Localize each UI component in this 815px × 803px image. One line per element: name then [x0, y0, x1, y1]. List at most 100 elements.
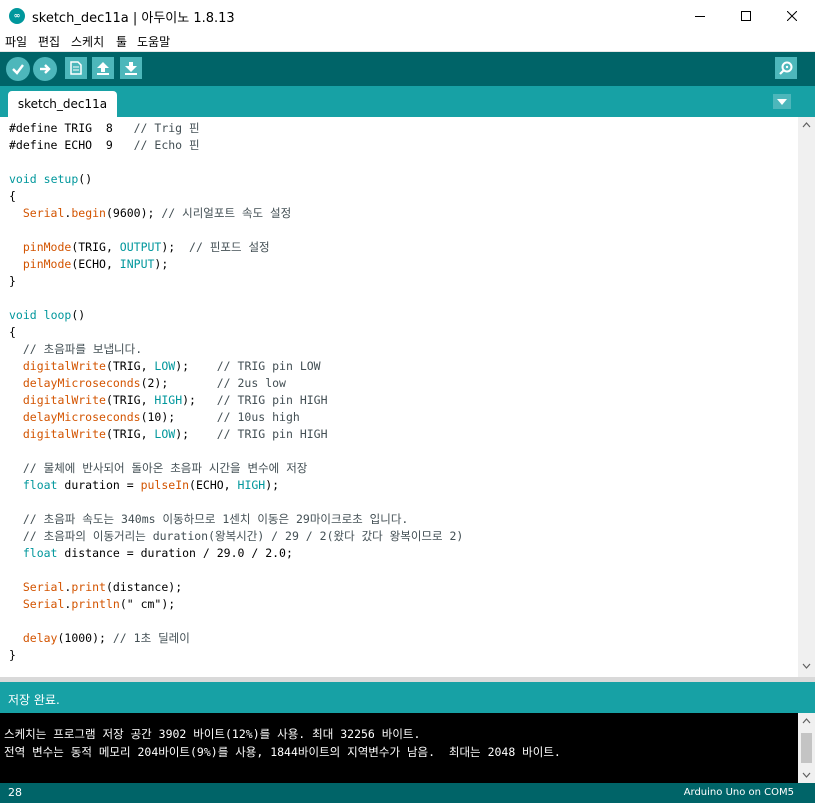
code-editor[interactable]: #define TRIG 8 // Trig 핀 #define ECHO 9 /… — [0, 117, 798, 677]
code-token: { — [9, 189, 16, 203]
check-icon — [12, 64, 24, 75]
close-button[interactable] — [769, 0, 815, 32]
title-bar[interactable]: ∞ sketch_dec11a | 아두이노 1.8.13 — [0, 0, 815, 33]
code-token: Serial — [22, 580, 65, 594]
window-title: sketch_dec11a | 아두이노 1.8.13 — [32, 11, 235, 26]
code-line[interactable]: digitalWrite(TRIG, LOW); // TRIG pin LOW — [9, 358, 463, 375]
code-token: // 시리얼포트 속도 설정 — [161, 206, 292, 220]
code-line[interactable] — [9, 562, 463, 579]
code-line[interactable]: // 물체에 반사되어 돌아온 초음파 시간을 변수에 저장 — [9, 460, 463, 477]
open-button[interactable] — [92, 57, 114, 79]
code-token: (2); — [140, 376, 217, 390]
minimize-button[interactable] — [677, 0, 723, 32]
code-line[interactable]: #define TRIG 8 // Trig 핀 — [9, 120, 463, 137]
new-file-icon — [70, 61, 82, 75]
code-token: // Echo 핀 — [133, 138, 200, 152]
arrow-down-icon — [125, 62, 137, 75]
code-line[interactable]: delayMicroseconds(10); // 10us high — [9, 409, 463, 426]
code-line[interactable]: { — [9, 188, 463, 205]
code-line[interactable]: // 초음파의 이동거리는 duration(왕복시간) / 29 / 2(왔다… — [9, 528, 463, 545]
code-token: #define TRIG 8 — [9, 121, 134, 135]
code-token: // TRIG pin HIGH — [216, 427, 328, 441]
code-line[interactable]: delay(1000); // 1초 딜레이 — [9, 630, 463, 647]
code-line[interactable]: pinMode(TRIG, OUTPUT); // 핀포드 설정 — [9, 239, 463, 256]
code-line[interactable] — [9, 443, 463, 460]
code-token: LOW — [154, 427, 176, 441]
code-text[interactable]: #define TRIG 8 // Trig 핀 #define ECHO 9 /… — [9, 120, 463, 664]
code-line[interactable]: } — [9, 273, 463, 290]
code-token: ); — [175, 427, 217, 441]
code-token: (TRIG, — [71, 240, 120, 254]
save-button[interactable] — [120, 57, 142, 79]
code-line[interactable] — [9, 154, 463, 171]
code-token: // 초음파를 보냅니다. — [22, 342, 143, 356]
menu-help[interactable]: 도움말 — [137, 33, 170, 50]
code-line[interactable] — [9, 222, 463, 239]
code-line[interactable]: Serial.print(distance); — [9, 579, 463, 596]
new-button[interactable] — [65, 57, 87, 79]
serial-monitor-button[interactable] — [775, 57, 797, 79]
editor-scrollbar[interactable] — [798, 117, 815, 677]
code-line[interactable]: Serial.begin(9600); // 시리얼포트 속도 설정 — [9, 205, 463, 222]
code-token: Serial — [22, 597, 65, 611]
scrollbar-arrows-icon — [802, 122, 811, 669]
code-line[interactable]: void loop() — [9, 307, 463, 324]
code-line[interactable]: } — [9, 647, 463, 664]
code-token: void — [9, 172, 37, 186]
code-token: distance = duration / 29.0 / 2.0; — [57, 546, 293, 560]
code-line[interactable]: { — [9, 324, 463, 341]
board-info: Arduino Uno on COM5 — [683, 787, 794, 798]
code-line[interactable]: void setup() — [9, 171, 463, 188]
tab-bar: sketch_dec11a — [0, 86, 815, 117]
maximize-button[interactable] — [723, 0, 769, 32]
console-line: 전역 변수는 동적 메모리 204바이트(9%)를 사용, 1844바이트의 지… — [4, 745, 561, 759]
code-token: println — [71, 597, 120, 611]
upload-button[interactable] — [33, 57, 57, 81]
menu-sketch[interactable]: 스케치 — [71, 33, 104, 50]
code-token: duration = — [57, 478, 141, 492]
code-line[interactable] — [9, 494, 463, 511]
verify-button[interactable] — [6, 57, 30, 81]
console-output[interactable]: 스케치는 프로그램 저장 공간 3902 바이트(12%)를 사용. 최대 32… — [0, 713, 798, 783]
tab-menu-button[interactable] — [773, 94, 791, 109]
menu-tools[interactable]: 툴 — [116, 33, 127, 50]
code-token: // TRIG pin LOW — [216, 359, 321, 373]
code-token: LOW — [154, 359, 176, 373]
code-line[interactable]: pinMode(ECHO, INPUT); — [9, 256, 463, 273]
code-line[interactable]: // 초음파를 보냅니다. — [9, 341, 463, 358]
code-line[interactable]: #define ECHO 9 // Echo 핀 — [9, 137, 463, 154]
code-line[interactable] — [9, 290, 463, 307]
code-token: } — [9, 274, 16, 288]
code-line[interactable]: float distance = duration / 29.0 / 2.0; — [9, 545, 463, 562]
code-line[interactable] — [9, 613, 463, 630]
menu-file[interactable]: 파일 — [5, 33, 27, 50]
code-token: void — [9, 308, 37, 322]
code-line[interactable]: float duration = pulseIn(ECHO, HIGH); — [9, 477, 463, 494]
code-token: (TRIG, — [105, 393, 155, 407]
code-token: (TRIG, — [105, 427, 155, 441]
code-token: (10); — [140, 410, 217, 424]
magnifier-icon — [779, 61, 793, 75]
code-token: delay — [22, 631, 58, 645]
code-line[interactable]: delayMicroseconds(2); // 2us low — [9, 375, 463, 392]
code-line[interactable]: // 초음파 속도는 340ms 이동하므로 1센치 이동은 29마이크로초 입… — [9, 511, 463, 528]
tab-sketch[interactable]: sketch_dec11a — [8, 91, 117, 117]
code-line[interactable]: Serial.println(" cm"); — [9, 596, 463, 613]
arrow-right-icon — [40, 64, 51, 74]
code-token: delayMicroseconds — [22, 410, 141, 424]
menu-edit[interactable]: 편집 — [38, 33, 60, 50]
footer-bar: 28 Arduino Uno on COM5 — [0, 783, 815, 803]
code-line[interactable]: digitalWrite(TRIG, HIGH); // TRIG pin HI… — [9, 392, 463, 409]
code-token: pulseIn — [140, 478, 190, 492]
code-token: print — [71, 580, 106, 594]
console-scrollbar[interactable] — [798, 713, 815, 783]
code-line[interactable]: digitalWrite(TRIG, LOW); // TRIG pin HIG… — [9, 426, 463, 443]
